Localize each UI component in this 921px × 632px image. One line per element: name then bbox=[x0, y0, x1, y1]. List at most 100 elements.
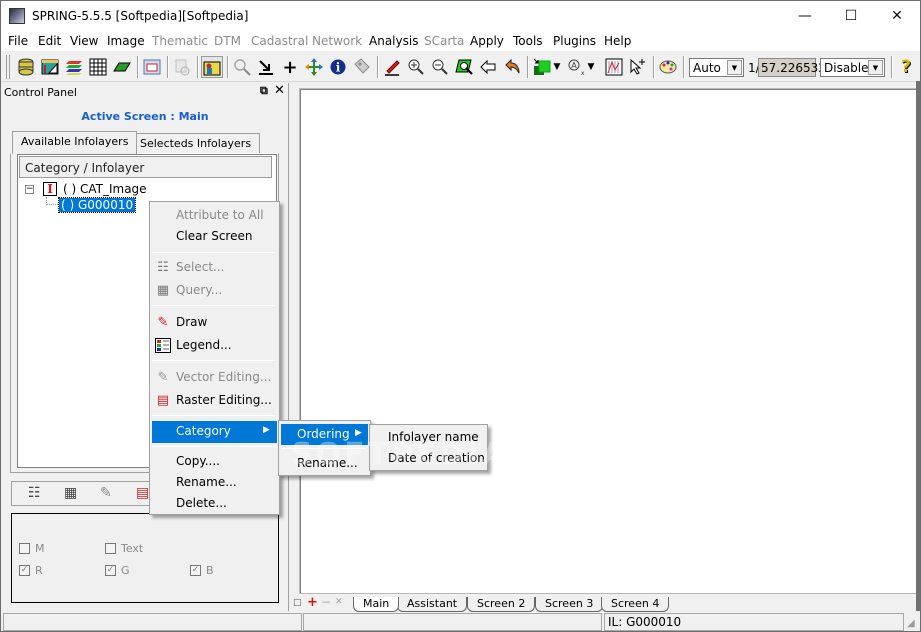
crosshair-icon[interactable]: + bbox=[279, 56, 301, 78]
model-icon[interactable] bbox=[39, 56, 61, 78]
collapse-icon[interactable]: − bbox=[25, 185, 34, 194]
scale-input[interactable]: 57.226532 bbox=[758, 58, 826, 77]
info-icon[interactable]: i bbox=[327, 56, 349, 78]
menu-item-category[interactable]: Category ▶ bbox=[152, 421, 277, 443]
menu-item-clear-screen[interactable]: Clear Screen bbox=[152, 226, 277, 247]
query-icon[interactable]: ▦ bbox=[64, 485, 77, 501]
layers-icon[interactable] bbox=[63, 56, 85, 78]
text-scale-dropdown-icon[interactable]: ▼ bbox=[585, 56, 597, 78]
resize-grip-icon[interactable]: ◢ bbox=[907, 618, 915, 629]
mode-select[interactable]: Disable ▼ bbox=[820, 58, 885, 77]
menu-dtm[interactable]: DTM bbox=[214, 34, 241, 48]
select-icon: ☷ bbox=[157, 260, 169, 275]
help-icon[interactable]: ? bbox=[895, 56, 917, 78]
menu-file[interactable]: File bbox=[8, 34, 28, 48]
chevron-down-icon: ▼ bbox=[868, 60, 883, 75]
menu-item-select[interactable]: ☷ Select... bbox=[152, 257, 277, 278]
zoom-area-icon[interactable] bbox=[453, 56, 475, 78]
zoom-out-icon[interactable] bbox=[429, 56, 451, 78]
checkbox-text[interactable] bbox=[105, 543, 116, 554]
close-panel-icon[interactable]: ✕ bbox=[274, 83, 285, 98]
menu-edit[interactable]: Edit bbox=[38, 34, 61, 48]
tab-available-infolayers[interactable]: Available Infolayers bbox=[12, 131, 138, 154]
menu-item-label: Query... bbox=[176, 283, 223, 297]
overlay-icon[interactable] bbox=[531, 56, 553, 78]
menu-scarta[interactable]: SCarta bbox=[424, 34, 464, 48]
remove-screen-icon[interactable]: − bbox=[321, 595, 331, 609]
arrow-down-right-icon[interactable] bbox=[255, 56, 277, 78]
histogram-icon[interactable] bbox=[603, 56, 625, 78]
menu-view[interactable]: View bbox=[70, 34, 98, 48]
maximize-button[interactable]: ☐ bbox=[828, 1, 874, 31]
menu-item-query[interactable]: ▦ Query... bbox=[152, 280, 277, 301]
minimize-button[interactable]: — bbox=[782, 1, 828, 31]
map-canvas[interactable] bbox=[299, 88, 917, 594]
checkbox-g[interactable]: ✓ bbox=[105, 565, 116, 576]
plane-icon[interactable] bbox=[111, 56, 133, 78]
toolbar-grip[interactable] bbox=[6, 55, 10, 79]
pan-icon[interactable] bbox=[303, 56, 325, 78]
back-icon[interactable] bbox=[477, 56, 499, 78]
overlay-dropdown-icon[interactable]: ▼ bbox=[551, 56, 563, 78]
disabled-tool-icon[interactable] bbox=[171, 56, 193, 78]
menu-tools[interactable]: Tools bbox=[513, 34, 543, 48]
screen-tab-assistant[interactable]: Assistant bbox=[397, 597, 468, 612]
screen-tab-main[interactable]: Main bbox=[353, 597, 400, 612]
toolbar-separator bbox=[137, 56, 139, 78]
raster-edit-icon[interactable]: ▤ bbox=[136, 485, 149, 501]
menu-item-raster-editing[interactable]: ▤ Raster Editing... bbox=[152, 390, 277, 411]
menu-apply[interactable]: Apply bbox=[470, 34, 504, 48]
tree-column-header[interactable]: Category / Infolayer bbox=[19, 156, 272, 178]
checkbox-b[interactable]: ✓ bbox=[190, 565, 201, 576]
panel-splitter[interactable] bbox=[288, 83, 292, 611]
checkbox-r[interactable]: ✓ bbox=[19, 565, 30, 576]
cursor-plus-icon[interactable] bbox=[627, 56, 649, 78]
add-screen-icon[interactable]: + bbox=[307, 595, 318, 610]
text-scale-icon[interactable]: Ax1 bbox=[565, 56, 587, 78]
user-panel-icon[interactable] bbox=[201, 56, 223, 78]
menu-image[interactable]: Image bbox=[107, 34, 145, 48]
restore-screen-icon[interactable]: □ bbox=[293, 598, 302, 608]
select-icon[interactable]: ☷ bbox=[28, 485, 41, 501]
undo-icon[interactable] bbox=[501, 56, 523, 78]
vector-edit-icon[interactable]: ✎ bbox=[100, 485, 112, 501]
tree-infolayer-node[interactable]: ( ) G000010 bbox=[57, 197, 137, 213]
zoom-in-icon[interactable] bbox=[405, 56, 427, 78]
tree-category-node[interactable]: ( ) CAT_Image bbox=[63, 182, 147, 196]
tab-selecteds-infolayers[interactable]: Selecteds Infolayers bbox=[131, 133, 261, 153]
close-screen-icon[interactable]: ✕ bbox=[335, 597, 343, 607]
menu-plugins[interactable]: Plugins bbox=[553, 34, 596, 48]
menu-item-draw[interactable]: ✎ Draw bbox=[152, 312, 277, 333]
menu-item-delete[interactable]: Delete... bbox=[152, 493, 277, 514]
draw-icon[interactable] bbox=[381, 56, 403, 78]
menu-item-label: Legend... bbox=[176, 338, 232, 352]
main-toolbar: + i ▼ Ax1 ▼ Auto▼ 1/ 57.226532 Disable▼ … bbox=[1, 52, 920, 82]
menu-item-vector-editing[interactable]: ✎ Vector Editing... bbox=[152, 367, 277, 388]
database-icon[interactable] bbox=[15, 56, 37, 78]
menu-network[interactable]: Network bbox=[312, 34, 362, 48]
tag-icon[interactable] bbox=[351, 56, 373, 78]
menu-item-legend[interactable]: Legend... bbox=[152, 335, 277, 356]
menu-thematic[interactable]: Thematic bbox=[152, 34, 208, 48]
menu-item-attribute-to-all[interactable]: Attribute to All bbox=[152, 205, 277, 226]
undock-icon[interactable]: ⧉ bbox=[260, 84, 268, 98]
menu-item-copy[interactable]: Copy.... bbox=[152, 451, 277, 472]
close-button[interactable]: ✕ bbox=[874, 1, 920, 31]
screen-tab-screen-4[interactable]: Screen 4 bbox=[601, 597, 670, 612]
menu-analysis[interactable]: Analysis bbox=[369, 34, 418, 48]
screen-tab-screen-2[interactable]: Screen 2 bbox=[467, 597, 536, 612]
checkbox-m[interactable] bbox=[19, 543, 30, 554]
screen-tab-screen-3[interactable]: Screen 3 bbox=[535, 597, 604, 612]
zoom-mode-select[interactable]: Auto ▼ bbox=[689, 58, 744, 77]
grid-icon[interactable] bbox=[87, 56, 109, 78]
zoom-icon[interactable] bbox=[231, 56, 253, 78]
menu-cadastral[interactable]: Cadastral bbox=[251, 34, 308, 48]
mode-value: Disable bbox=[824, 61, 869, 75]
context-menu: Attribute to All Clear Screen ☷ Select...… bbox=[149, 201, 280, 515]
menu-item-rename[interactable]: Rename... bbox=[152, 472, 277, 493]
palette-icon[interactable] bbox=[657, 56, 679, 78]
window-title: SPRING-5.5.5 [Softpedia][Softpedia] bbox=[32, 9, 249, 23]
menu-item-label: Clear Screen bbox=[176, 229, 253, 243]
screen-icon[interactable] bbox=[141, 56, 163, 78]
menu-help[interactable]: Help bbox=[604, 34, 631, 48]
